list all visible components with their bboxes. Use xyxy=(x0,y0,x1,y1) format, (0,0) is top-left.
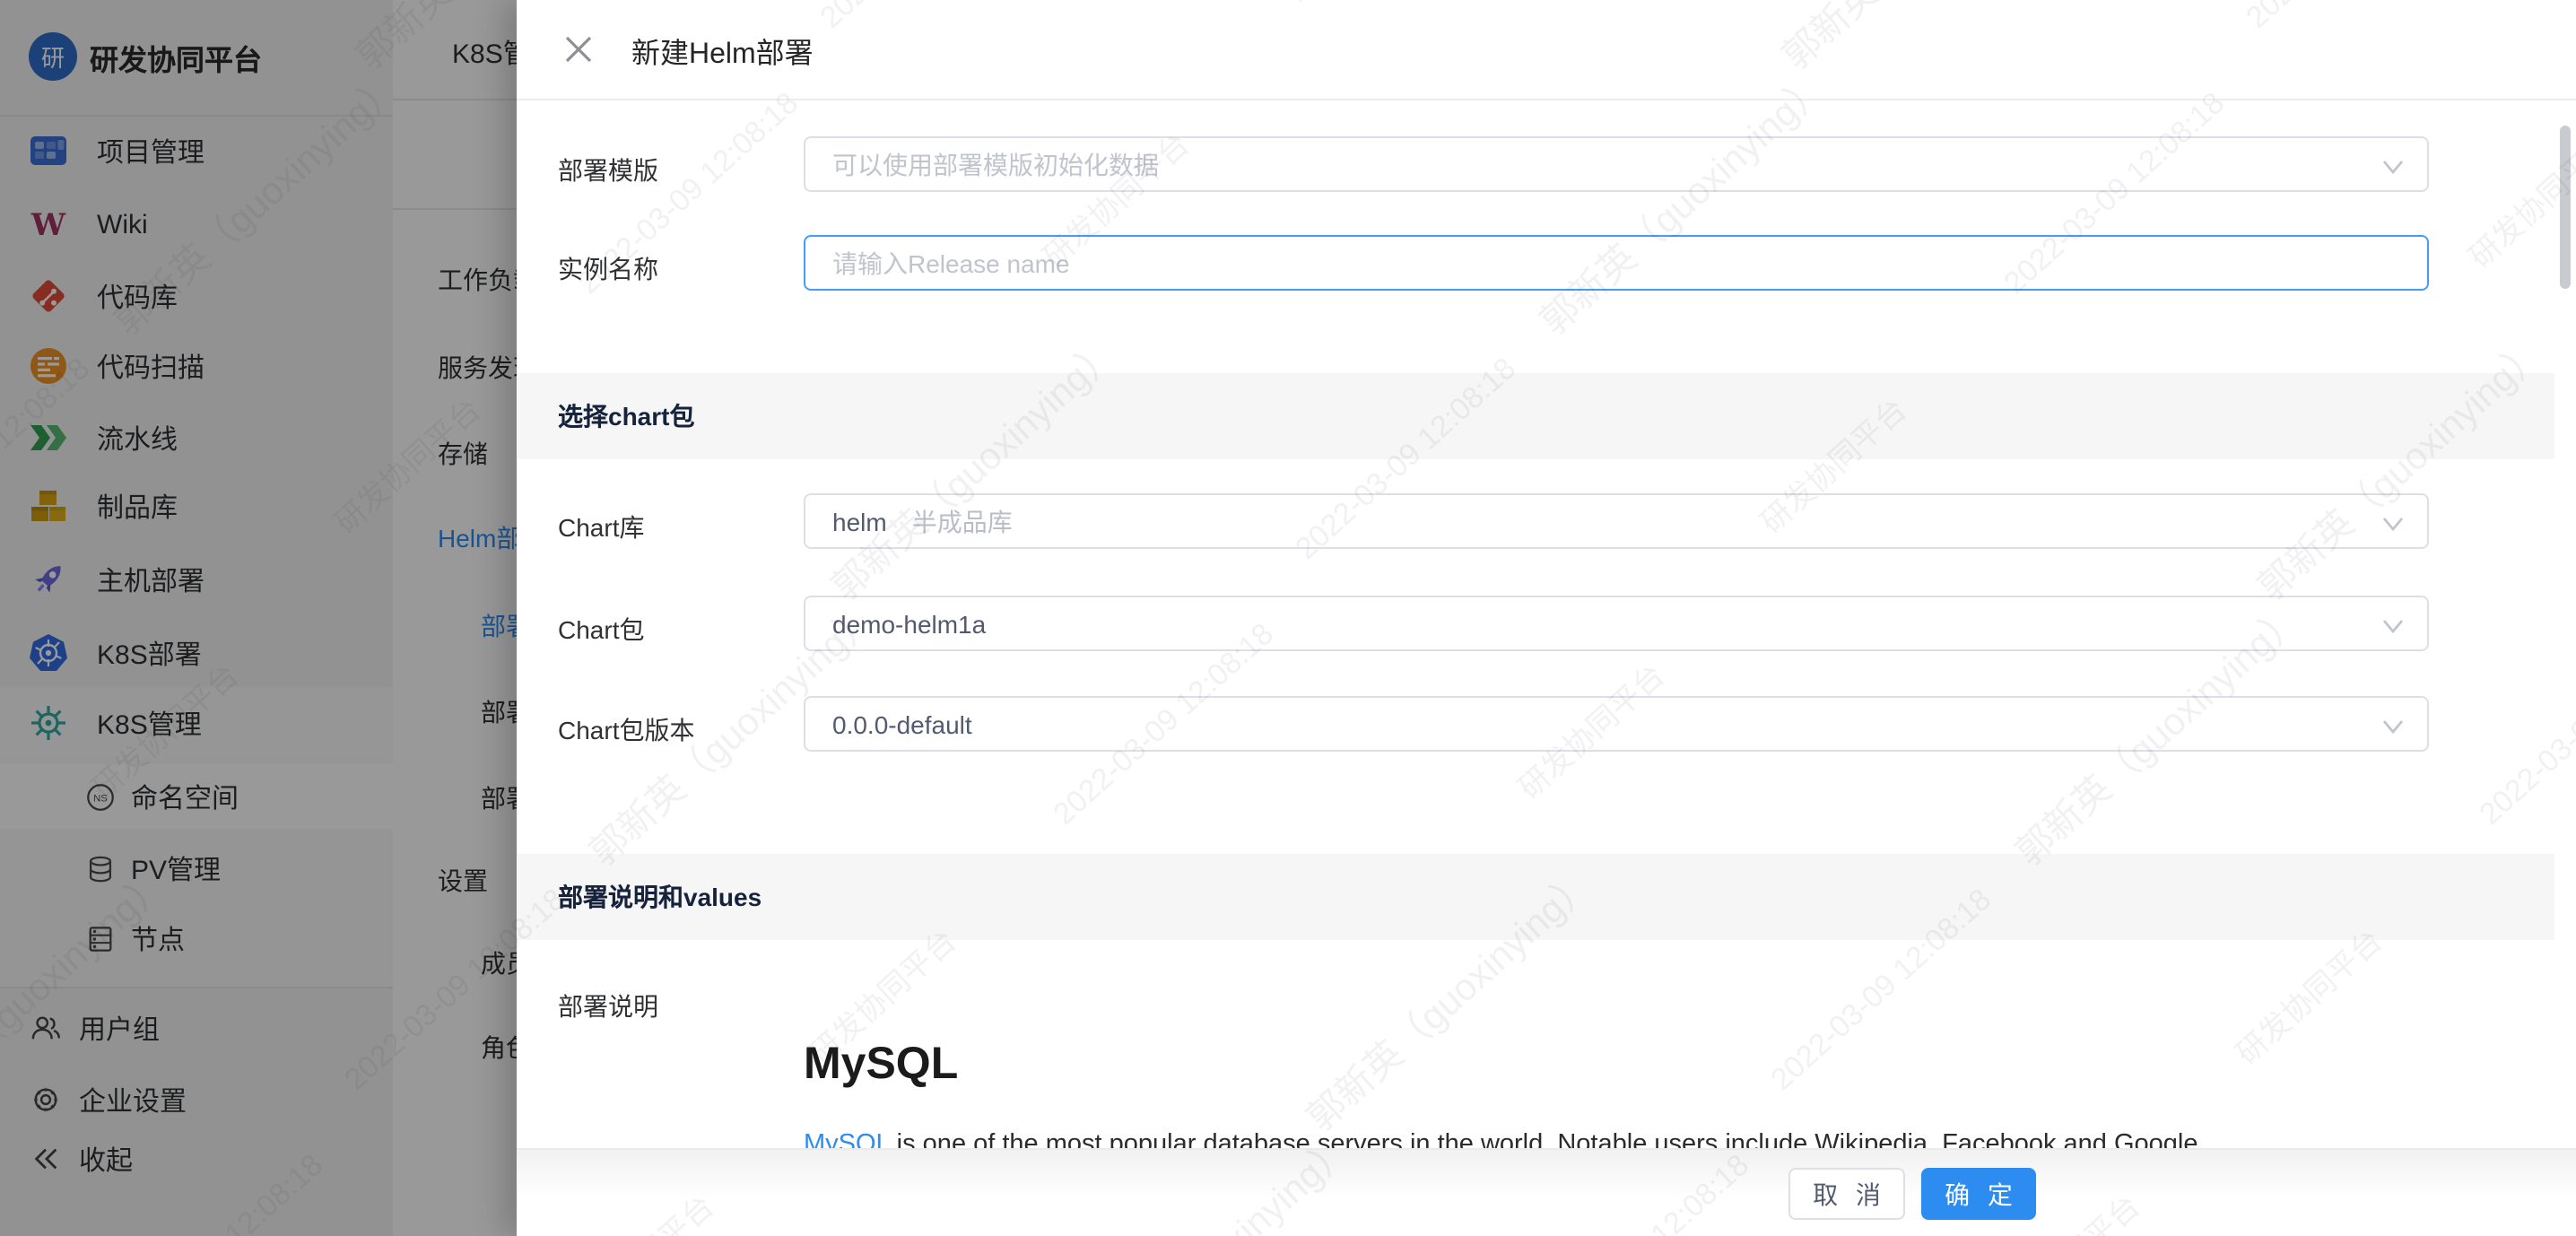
section-title-select-chart: 选择chart包 xyxy=(558,402,695,431)
chart-version-label: Chart包版本 xyxy=(558,716,695,744)
section-band-desc-values: 部署说明和values xyxy=(517,854,2554,940)
release-name-label: 实例名称 xyxy=(558,255,658,283)
section-band-select-chart: 选择chart包 xyxy=(517,373,2554,459)
section-title-desc-values: 部署说明和values xyxy=(558,883,762,911)
chevron-down-icon xyxy=(2380,614,2406,644)
chart-repo-value: helm xyxy=(832,507,887,535)
chart-version-select[interactable]: 0.0.0-default xyxy=(804,696,2429,752)
drawer-footer: 取 消 确 定 xyxy=(517,1148,2576,1236)
confirm-button[interactable]: 确 定 xyxy=(1921,1168,2036,1220)
deploy-template-label: 部署模版 xyxy=(558,156,658,185)
chevron-down-icon xyxy=(2380,154,2406,185)
app-root: 研 研发协同平台 项目管理 W Wiki 代码库 代码扫描 流水线 制品库 主机部署 K8S部署… xyxy=(0,0,2576,1236)
modal-backdrop xyxy=(0,0,518,1236)
chevron-down-icon xyxy=(2380,714,2406,744)
release-name-input[interactable] xyxy=(804,235,2429,291)
chart-package-label: Chart包 xyxy=(558,615,645,644)
drawer-scrollbar-thumb[interactable] xyxy=(2560,126,2571,289)
chart-repo-suffix: 半成品库 xyxy=(911,507,1013,535)
chevron-down-icon xyxy=(2380,511,2406,542)
chart-repo-select[interactable]: helm 半成品库 xyxy=(804,493,2429,549)
deploy-desc-label: 部署说明 xyxy=(558,992,658,1021)
close-icon[interactable] xyxy=(563,34,594,65)
drawer-header: 新建Helm部署 xyxy=(517,0,2576,100)
new-helm-deploy-drawer: 新建Helm部署 部署模版 可以使用部署模版初始化数据 实例名称 选择chart… xyxy=(517,0,2576,1236)
chart-version-value: 0.0.0-default xyxy=(832,709,972,738)
chart-repo-label: Chart库 xyxy=(558,513,645,542)
cancel-button[interactable]: 取 消 xyxy=(1788,1168,1905,1220)
deploy-template-select[interactable]: 可以使用部署模版初始化数据 xyxy=(804,136,2429,192)
drawer-title: 新建Helm部署 xyxy=(631,39,814,69)
chart-package-value: demo-helm1a xyxy=(832,609,987,638)
deploy-template-placeholder: 可以使用部署模版初始化数据 xyxy=(832,150,1159,178)
chart-package-select[interactable]: demo-helm1a xyxy=(804,596,2429,651)
doc-heading: MySQL xyxy=(804,1039,959,1089)
